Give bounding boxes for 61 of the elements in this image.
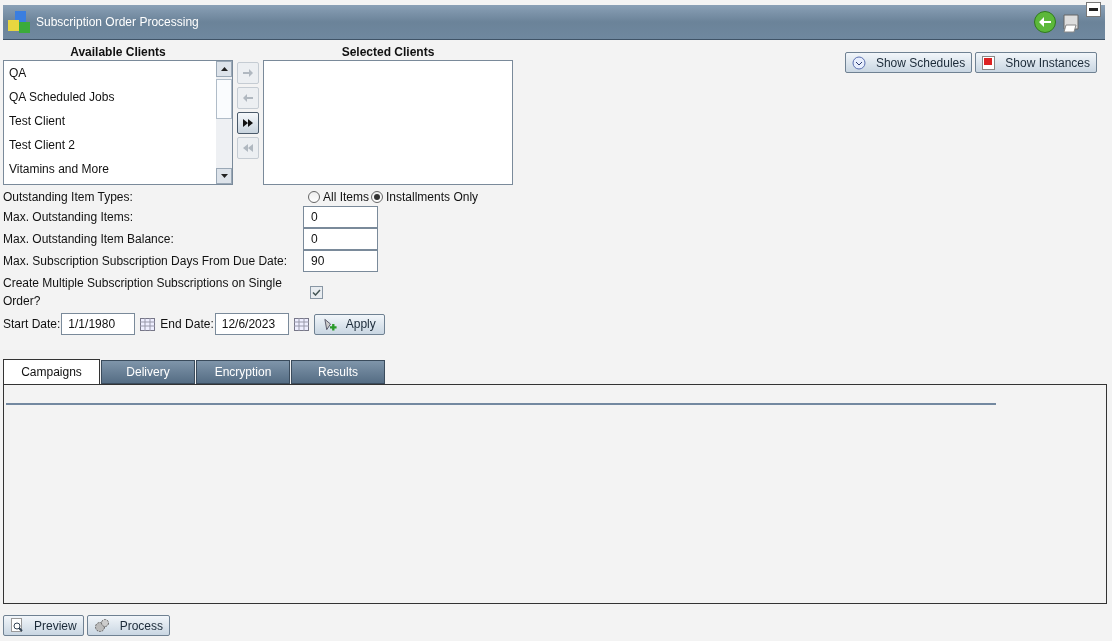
cubes-icon bbox=[7, 9, 33, 35]
apply-button[interactable]: Apply bbox=[313, 313, 385, 335]
input-field[interactable]: 90 bbox=[303, 250, 378, 272]
left-arrow-icon bbox=[1039, 17, 1051, 27]
checkmark-icon bbox=[312, 288, 321, 296]
available-clients-heading: Available Clients bbox=[69, 44, 167, 60]
transfer-button[interactable] bbox=[237, 112, 259, 134]
radio-label: Installments Only bbox=[386, 189, 479, 206]
double-left-icon bbox=[243, 144, 253, 152]
scroll-up-button[interactable] bbox=[216, 61, 232, 77]
calendar-icon bbox=[982, 55, 996, 70]
magnifier-page-icon bbox=[10, 618, 24, 633]
calendar-grid-icon bbox=[140, 317, 156, 331]
up-triangle-icon bbox=[220, 67, 228, 71]
field-label: Max. Outstanding Item Balance: bbox=[3, 231, 175, 248]
toolbar-button[interactable]: Show Schedules bbox=[844, 52, 973, 73]
input-field[interactable]: 0 bbox=[303, 206, 378, 228]
down-triangle-icon bbox=[220, 174, 228, 178]
client-list-item[interactable]: Test Client 2 bbox=[4, 133, 216, 157]
scroll-down-button[interactable] bbox=[216, 168, 232, 184]
field-label: Start Date: bbox=[3, 316, 61, 333]
window-title: Subscription Order Processing bbox=[36, 14, 200, 31]
radio-button[interactable] bbox=[371, 191, 383, 203]
date-field[interactable]: 1/1/1980 bbox=[61, 313, 136, 335]
selected-clients-heading: Selected Clients bbox=[340, 44, 436, 60]
pin-plus-icon bbox=[322, 316, 338, 332]
action-button[interactable]: Preview bbox=[3, 615, 84, 636]
scrollbar[interactable] bbox=[216, 61, 232, 184]
calendar-grid-icon bbox=[293, 317, 309, 331]
client-list-item[interactable]: QA Scheduled Jobs bbox=[4, 85, 216, 109]
toolbar-button[interactable]: Show Instances bbox=[975, 52, 1097, 73]
field-label: Outstanding Item Types: bbox=[3, 189, 134, 206]
client-list-item[interactable]: Vitamins and More bbox=[4, 157, 216, 181]
action-button[interactable]: Process bbox=[86, 615, 171, 636]
date-field[interactable]: 12/6/2023 bbox=[214, 313, 289, 335]
input-field[interactable]: 0 bbox=[303, 228, 378, 250]
client-list-item[interactable]: QA bbox=[4, 61, 216, 85]
field-label: Create Multiple Subscription Subscriptions on Single Order? bbox=[3, 275, 283, 310]
double-right-icon bbox=[243, 119, 253, 127]
checkbox[interactable] bbox=[310, 285, 323, 299]
tab[interactable]: Delivery bbox=[101, 360, 195, 384]
printer-icon bbox=[1060, 11, 1082, 33]
clock-icon bbox=[851, 55, 866, 70]
calendar-button[interactable] bbox=[140, 317, 156, 331]
back-button[interactable] bbox=[1034, 11, 1056, 33]
scroll-thumb[interactable] bbox=[216, 79, 232, 119]
radio-label: All Items bbox=[323, 189, 369, 206]
right-arrow-icon bbox=[243, 69, 253, 77]
client-list-item[interactable]: Test Client bbox=[4, 109, 216, 133]
field-label: Max. Outstanding Items: bbox=[3, 209, 135, 226]
radio-button[interactable] bbox=[308, 191, 320, 203]
calendar-button[interactable] bbox=[293, 317, 309, 331]
minimize-button[interactable] bbox=[1086, 2, 1101, 17]
tab[interactable]: Campaigns bbox=[3, 359, 100, 384]
minimize-icon bbox=[1089, 8, 1098, 11]
tab[interactable]: Encryption bbox=[196, 360, 290, 384]
gears-icon bbox=[93, 618, 110, 633]
tab[interactable]: Results bbox=[291, 360, 385, 384]
field-label: Max. Subscription Subscription Days From Due Date: bbox=[3, 253, 289, 270]
field-label: End Date: bbox=[160, 316, 214, 333]
left-arrow-icon bbox=[243, 94, 253, 102]
